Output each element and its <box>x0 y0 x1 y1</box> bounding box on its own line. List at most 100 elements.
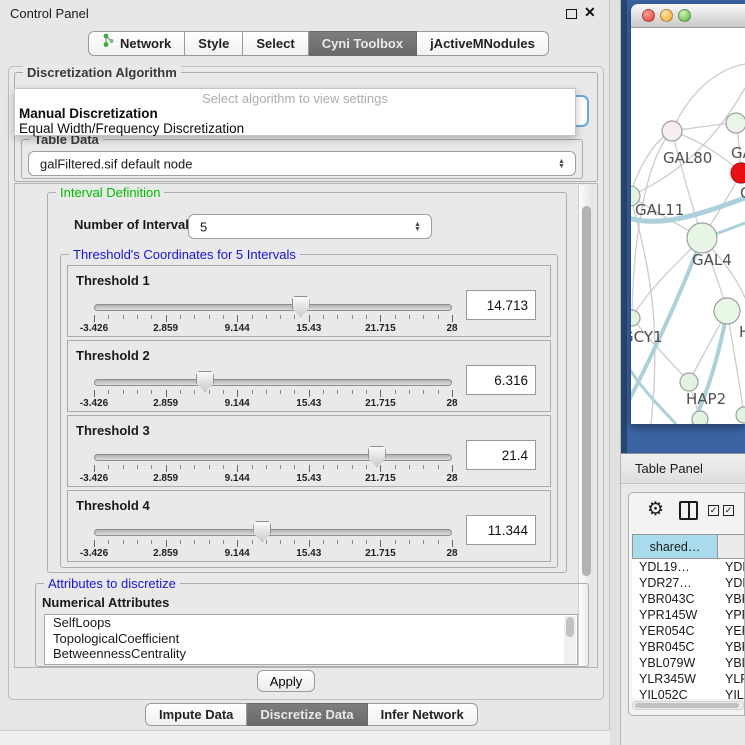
tab-network[interactable]: Network <box>88 31 185 56</box>
thresholds-group: Threshold's Coordinates for 5 Intervals … <box>60 254 558 568</box>
attribute-list-item[interactable]: BetweennessCentrality <box>45 646 577 662</box>
float-window-icon[interactable] <box>566 9 577 19</box>
table-row[interactable]: YIL052CYIL0 <box>632 687 745 699</box>
threshold-value-field[interactable] <box>466 290 536 320</box>
number-of-intervals-label: Number of Intervals <box>74 217 196 232</box>
table-row[interactable]: YDR27…YDR2 <box>632 575 745 591</box>
slider-track[interactable] <box>94 304 452 311</box>
table-row[interactable]: YPR145WYPR1 <box>632 607 745 623</box>
table-cell[interactable]: YDL19… <box>632 559 718 575</box>
table-cell[interactable]: YER054C <box>632 623 718 639</box>
slider-track[interactable] <box>94 529 452 536</box>
tab-jactivemnodules[interactable]: jActiveMNodules <box>417 31 549 56</box>
column-split-icon[interactable] <box>679 501 698 520</box>
gear-icon[interactable]: ⚙ <box>647 498 664 521</box>
tick-mark <box>151 465 152 469</box>
combobox-stepper-icon[interactable]: ▲▼ <box>413 222 422 232</box>
network-window-titlebar[interactable] <box>631 4 745 28</box>
tab-select[interactable]: Select <box>243 31 308 56</box>
tick-mark <box>409 465 410 469</box>
combobox-stepper-icon[interactable]: ▲▼ <box>557 159 566 169</box>
list-scrollbar-thumb[interactable] <box>566 617 574 637</box>
horizontal-scrollbar-thumb[interactable] <box>635 703 739 708</box>
threshold-value-field[interactable] <box>466 365 536 395</box>
dropdown-hint: Select algorithm to view settings <box>15 91 575 106</box>
tick-mark <box>151 540 152 544</box>
tab-impute-data[interactable]: Impute Data <box>145 703 247 726</box>
tick-mark <box>323 315 324 319</box>
table-cell[interactable]: YER0 <box>718 623 745 639</box>
slider-track[interactable] <box>94 454 452 461</box>
column-header[interactable]: shared… <box>632 534 718 559</box>
attribute-list-item[interactable]: TopologicalCoefficient <box>45 631 577 647</box>
checkbox-icon[interactable]: ✓ <box>708 505 719 516</box>
table-cell[interactable]: YBR0 <box>718 639 745 655</box>
table-cell[interactable]: YPR145W <box>632 607 718 623</box>
slider-thumb[interactable] <box>196 371 214 392</box>
horizontal-scrollbar[interactable] <box>632 701 744 710</box>
table-data-combobox[interactable]: galFiltered.sif default node ▲▼ <box>28 151 576 176</box>
table-row[interactable]: YBR045CYBR0 <box>632 639 745 655</box>
attributes-group: Attributes to discretize Numerical Attri… <box>35 583 589 667</box>
top-tab-bar: NetworkStyleSelectCyni ToolboxjActiveMNo… <box>88 31 549 56</box>
algorithm-option[interactable]: Equal Width/Frequency Discretization <box>19 121 244 136</box>
slider-thumb[interactable] <box>253 521 271 542</box>
table-cell[interactable]: YBL079W <box>632 655 718 671</box>
slider-track[interactable] <box>94 379 452 386</box>
threshold-value-field[interactable] <box>466 515 536 545</box>
tick-mark <box>337 390 338 394</box>
table-cell[interactable]: YPR1 <box>718 607 745 623</box>
table-cell[interactable]: YDL1 <box>718 559 745 575</box>
svg-text:GCY1: GCY1 <box>631 328 663 346</box>
tick-mark <box>438 540 439 544</box>
table-cell[interactable]: YBL0 <box>718 655 745 671</box>
number-of-intervals-value: 5 <box>200 219 207 234</box>
slider-scale: -3.4262.8599.14415.4321.71528 <box>94 548 452 560</box>
threshold-label: Threshold 3 <box>76 423 150 438</box>
list-scrollbar[interactable] <box>564 616 576 665</box>
tab-discretize-data[interactable]: Discretize Data <box>247 703 367 726</box>
tick-mark <box>137 465 138 469</box>
number-of-intervals-combobox[interactable]: 5 ▲▼ <box>188 214 432 239</box>
apply-button[interactable]: Apply <box>257 670 315 692</box>
table-row[interactable]: YDL19…YDL1 <box>632 559 745 575</box>
table-row[interactable]: YER054CYER0 <box>632 623 745 639</box>
table-row[interactable]: YBR043CYBR0 <box>632 591 745 607</box>
tab-cyni-toolbox[interactable]: Cyni Toolbox <box>309 31 417 56</box>
close-icon[interactable]: ✕ <box>584 4 596 21</box>
attribute-list-item[interactable]: SelfLoops <box>45 615 577 631</box>
slider-ticks <box>94 540 452 548</box>
slider-thumb[interactable] <box>292 296 310 317</box>
tick-mark <box>137 390 138 394</box>
threshold-value-field[interactable] <box>466 440 536 470</box>
table-cell[interactable]: YLR3 <box>718 671 745 687</box>
checkbox-icon[interactable]: ✓ <box>723 505 734 516</box>
table-cell[interactable]: YDR27… <box>632 575 718 591</box>
table-cell[interactable]: YLR345W <box>632 671 718 687</box>
panel-splitter[interactable] <box>610 0 621 745</box>
svg-text:GAL4: GAL4 <box>692 251 732 269</box>
minimize-traffic-light-icon[interactable] <box>660 9 673 22</box>
table-cell[interactable]: YIL0 <box>718 687 745 699</box>
slider-thumb[interactable] <box>368 446 386 467</box>
table-row[interactable]: YLR345WYLR3 <box>632 671 745 687</box>
table-row[interactable]: YBL079WYBL0 <box>632 655 745 671</box>
zoom-traffic-light-icon[interactable] <box>678 9 691 22</box>
table-cell[interactable]: YDR2 <box>718 575 745 591</box>
table-cell[interactable]: YBR0 <box>718 591 745 607</box>
table-cell[interactable]: YIL052C <box>632 687 718 699</box>
tab-style[interactable]: Style <box>185 31 243 56</box>
close-traffic-light-icon[interactable] <box>642 9 655 22</box>
algorithm-option[interactable]: Manual Discretization <box>19 106 158 121</box>
scale-label: -3.426 <box>80 548 108 559</box>
node-table: shared…na YDL19…YDL1YDR27…YDR2YBR043CYBR… <box>632 534 745 699</box>
table-cell[interactable]: YBR043C <box>632 591 718 607</box>
column-header[interactable]: na <box>718 534 745 559</box>
network-canvas[interactable]: GAL80GACGAL11GAL4GCY1HHAP2 <box>631 28 745 424</box>
slider-scale: -3.4262.8599.14415.4321.71528 <box>94 473 452 485</box>
table-cell[interactable]: YBR045C <box>632 639 718 655</box>
tab-infer-network[interactable]: Infer Network <box>368 703 478 726</box>
table-data-group: Table Data galFiltered.sif default node … <box>21 139 583 179</box>
scrollbar-thumb[interactable] <box>582 206 591 576</box>
threshold-label: Threshold 2 <box>76 348 150 363</box>
